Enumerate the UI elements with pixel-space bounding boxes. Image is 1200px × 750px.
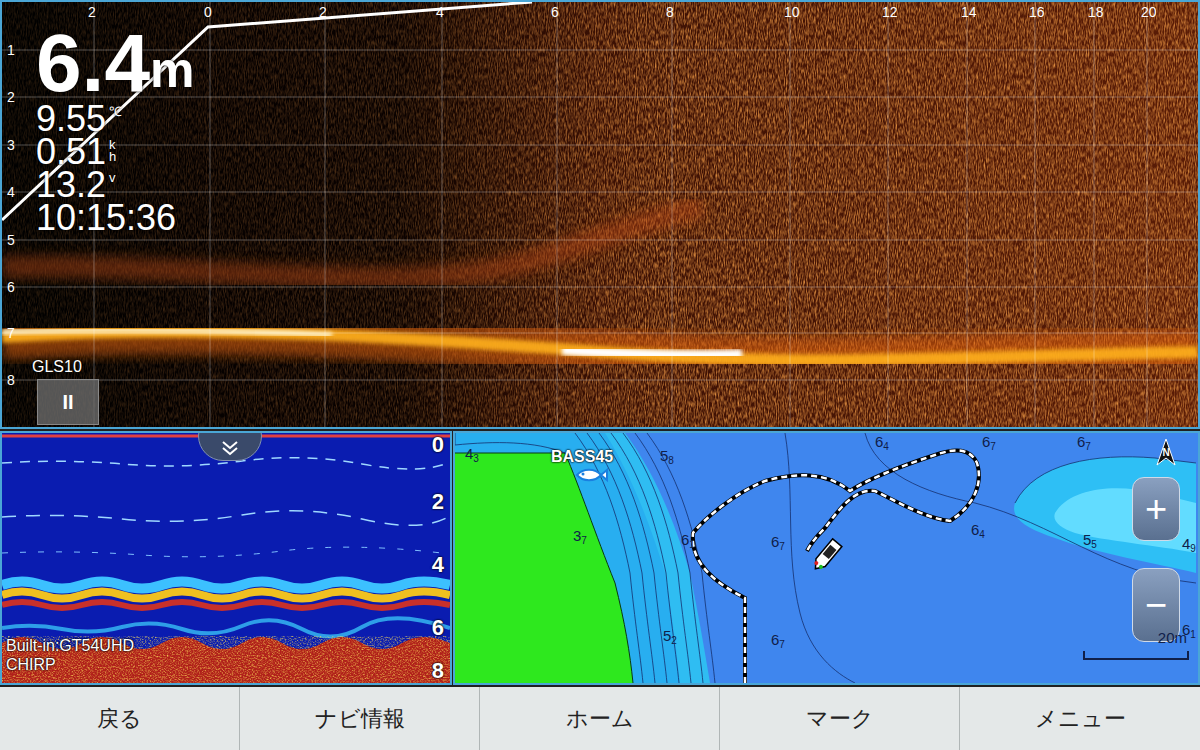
waypoint-label[interactable]: BASS45: [551, 445, 613, 469]
transducer-label: Built-in:GT54UHDCHIRP: [6, 636, 134, 674]
soft-key-button[interactable]: マーク: [720, 687, 960, 750]
depth-contour-label: 37: [573, 527, 587, 546]
depth-tick: 7: [7, 325, 15, 341]
range-tick: 16: [1029, 4, 1045, 20]
range-tick: 4: [436, 4, 444, 20]
soft-key-button[interactable]: ナビ情報: [240, 687, 480, 750]
zoom-in-button[interactable]: +: [1132, 477, 1180, 541]
sonar-2d-panel: 0 2 4 6 8 Built-in:GT54UHDCHIRP: [0, 431, 452, 685]
depth-contour-label: 64: [875, 433, 889, 452]
chart-map-image: [455, 433, 1196, 683]
sensor-reading: 9.55℃: [36, 102, 194, 135]
scale-bar: 20m: [1079, 629, 1189, 660]
sensor-reading: 0.51kh: [36, 135, 194, 168]
depth-contour-label: 55: [1083, 531, 1097, 550]
depth-scale-tick: 2: [432, 490, 444, 514]
clock-readout: 10:15:36: [36, 201, 194, 235]
depth-tick: 4: [7, 184, 15, 200]
depth-contour-label: 52: [663, 627, 677, 646]
depth-contour-label: 67: [771, 631, 785, 650]
depth-contour-label: 61: [681, 531, 695, 550]
range-tick: 6: [551, 4, 559, 20]
depth-contour-label: 67: [982, 433, 996, 452]
boat-icon: [811, 539, 842, 573]
lower-panels: 0 2 4 6 8 Built-in:GT54UHDCHIRP 43 58 37 61 52 67 67…: [0, 431, 1200, 685]
depth-contour-label: 67: [771, 533, 785, 552]
range-tick: 18: [1088, 4, 1104, 20]
livescope-panel: 202468101214161820123456786.4m9.55℃0.51k…: [0, 0, 1200, 429]
soft-key-button[interactable]: 戻る: [0, 687, 240, 750]
depth-contour-label: 49: [1182, 535, 1196, 554]
range-tick: 14: [961, 4, 977, 20]
range-tick: 10: [784, 4, 800, 20]
pause-button[interactable]: II: [37, 379, 99, 425]
depth-contour-label: 43: [465, 445, 479, 464]
range-tick: 0: [204, 4, 212, 20]
fish-waypoint-icon[interactable]: [577, 470, 607, 481]
depth-tick: 3: [7, 137, 15, 153]
source-label: GLS10: [32, 355, 82, 379]
soft-key-button[interactable]: メニュー: [960, 687, 1200, 750]
depth-tick: 1: [7, 42, 15, 58]
depth-readout: 6.4m: [36, 24, 194, 102]
range-tick: 2: [319, 4, 327, 20]
depth-tick: 5: [7, 232, 15, 248]
sensor-reading: 13.2v: [36, 168, 194, 201]
depth-contour-label: 67: [1077, 433, 1091, 452]
depth-scale-tick: 4: [432, 553, 444, 577]
depth-scale-tick: 0: [432, 433, 444, 457]
depth-contour-label: 64: [971, 521, 985, 540]
double-chevron-icon: [220, 440, 240, 456]
readout-block: 6.4m9.55℃0.51kh13.2v10:15:36: [36, 24, 194, 235]
chart-panel[interactable]: 4358376152676764676764554961BASS45N+−20m: [453, 431, 1200, 685]
range-tick: 20: [1141, 4, 1157, 20]
depth-contour-label: 58: [660, 447, 674, 466]
soft-key-button[interactable]: ホーム: [480, 687, 720, 750]
depth-tick: 2: [7, 89, 15, 105]
range-tick: 12: [882, 4, 898, 20]
depth-scale-tick: 8: [432, 659, 444, 683]
range-tick: 8: [666, 4, 674, 20]
soft-key-bar: 戻るナビ情報ホームマークメニュー: [0, 687, 1200, 750]
depth-scale-tick: 6: [432, 616, 444, 640]
north-indicator[interactable]: N: [1155, 437, 1177, 458]
depth-tick: 8: [7, 372, 15, 388]
range-tick: 2: [88, 4, 96, 20]
depth-tick: 6: [7, 279, 15, 295]
fishfinder-screen: 202468101214161820123456786.4m9.55℃0.51k…: [0, 0, 1200, 750]
